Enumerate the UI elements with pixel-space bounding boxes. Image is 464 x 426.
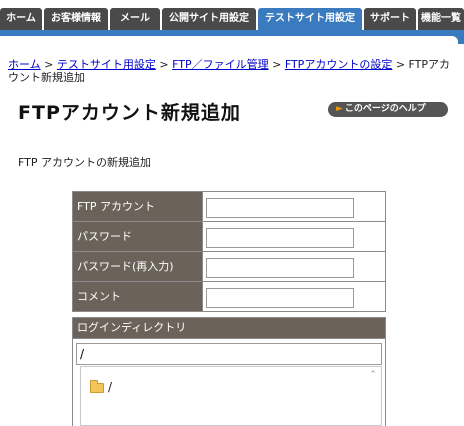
ftp-account-form: FTP アカウント パスワード パスワード(再入力) コメント [72, 191, 386, 312]
form-row-password: パスワード [72, 221, 386, 252]
password-confirm-label: パスワード(再入力) [72, 251, 203, 282]
help-button-label: このページのヘルプ [344, 104, 426, 114]
tab-customer-info[interactable]: お客様情報 [44, 8, 108, 30]
tab-mail[interactable]: メール [110, 8, 160, 30]
tab-home[interactable]: ホーム [0, 8, 42, 30]
tab-bar: ホーム お客様情報 メール 公開サイト用設定 テストサイト用設定 サポート 機能… [0, 0, 464, 48]
form-row-ftp-account: FTP アカウント [72, 191, 386, 222]
section-subtitle: FTP アカウントの新規追加 [18, 156, 151, 169]
form-row-password-confirm: パスワード(再入力) [72, 251, 386, 282]
breadcrumb-link-ftp-file-management[interactable]: FTP／ファイル管理 [172, 58, 269, 71]
breadcrumb-link-home[interactable]: ホーム [8, 58, 41, 71]
breadcrumb-link-test-site-settings[interactable]: テストサイト用設定 [57, 58, 156, 71]
help-button[interactable]: ► このページのヘルプ [328, 102, 448, 117]
folder-icon [90, 379, 104, 393]
breadcrumb-separator: > [44, 58, 54, 71]
scroll-up-arrow-icon[interactable]: ⌃ [367, 369, 379, 381]
password-label: パスワード [72, 221, 203, 252]
comment-label: コメント [72, 281, 203, 312]
login-directory-label: ログインディレクトリ [72, 317, 386, 339]
ftp-account-label: FTP アカウント [72, 191, 203, 222]
ftp-account-input[interactable] [206, 197, 354, 218]
breadcrumb-separator: > [159, 58, 169, 71]
password-confirm-input[interactable] [206, 257, 354, 278]
content-frame-top [0, 36, 458, 48]
comment-input[interactable] [206, 287, 354, 308]
form-row-comment: コメント [72, 281, 386, 312]
directory-tree-item-root[interactable]: / [90, 379, 113, 394]
breadcrumb-separator: > [395, 58, 406, 71]
breadcrumb: ホーム > テストサイト用設定 > FTP／ファイル管理 > FTPアカウントの… [8, 58, 456, 84]
play-arrow-icon: ► [336, 104, 343, 114]
tab-feature-list[interactable]: 機能一覧 [418, 8, 464, 30]
breadcrumb-separator: > [272, 58, 282, 71]
tab-test-site-settings[interactable]: テストサイト用設定 [258, 8, 362, 30]
password-input[interactable] [206, 227, 354, 248]
page-title: FTPアカウント新規追加 [18, 102, 241, 124]
directory-tree[interactable]: / ⌃ [80, 366, 382, 426]
tab-public-site-settings[interactable]: 公開サイト用設定 [162, 8, 256, 30]
breadcrumb-link-ftp-account-settings[interactable]: FTPアカウントの設定 [285, 58, 393, 71]
login-directory-input[interactable] [76, 343, 382, 365]
directory-tree-item-label: / [108, 380, 113, 394]
tab-support[interactable]: サポート [364, 8, 416, 30]
